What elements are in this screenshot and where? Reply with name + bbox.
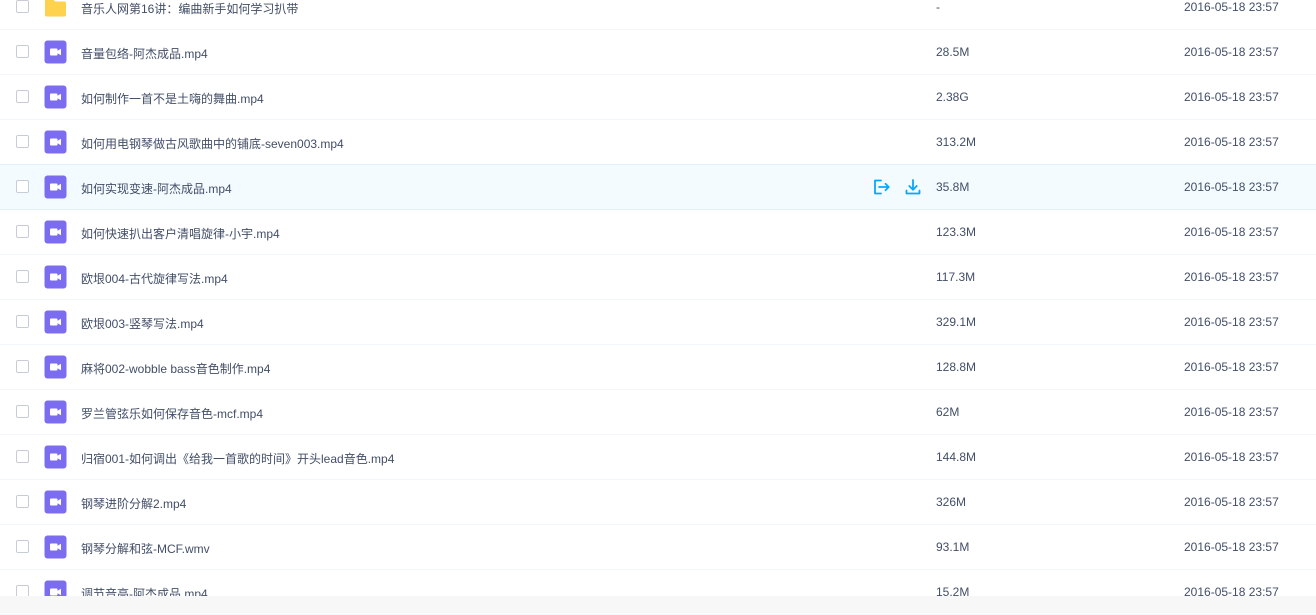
file-modified-time: 2016-05-18 23:57 xyxy=(1184,180,1279,194)
download-icon[interactable] xyxy=(903,177,923,197)
file-row[interactable]: 归宿001-如何调出《给我一首歌的时间》开头lead音色.mp4 144.8M 20… xyxy=(0,435,1316,480)
file-name[interactable]: 欧垠003-竖琴写法.mp4 xyxy=(81,315,204,332)
video-file-icon[interactable] xyxy=(44,310,67,334)
file-row[interactable]: 音乐人网第16讲：编曲新手如何学习扒带 - 2016-05-18 23:57 xyxy=(0,0,1316,30)
file-size: 123.3M xyxy=(936,225,977,239)
row-checkbox[interactable] xyxy=(16,540,29,553)
row-checkbox[interactable] xyxy=(16,360,29,373)
file-size: 128.8M xyxy=(936,360,977,374)
file-modified-time: 2016-05-18 23:57 xyxy=(1184,135,1279,149)
row-checkbox[interactable] xyxy=(16,135,29,148)
file-modified-time: 2016-05-18 23:57 xyxy=(1184,270,1279,284)
file-row[interactable]: 钢琴分解和弦-MCF.wmv 93.1M 2016-05-18 23:57 xyxy=(0,525,1316,570)
file-modified-time: 2016-05-18 23:57 xyxy=(1184,225,1279,239)
row-checkbox[interactable] xyxy=(16,90,29,103)
file-row[interactable]: 麻将002-wobble bass音色制作.mp4 128.8M 2016-05-1… xyxy=(0,345,1316,390)
file-name[interactable]: 如何快速扒出客户清唱旋律-小宇.mp4 xyxy=(81,225,280,242)
row-checkbox[interactable] xyxy=(16,0,29,13)
file-row[interactable]: 如何快速扒出客户清唱旋律-小宇.mp4 123.3M 2016-05-18 23:5… xyxy=(0,210,1316,255)
file-row[interactable]: 音量包络-阿杰成品.mp4 28.5M 2016-05-18 23:57 xyxy=(0,30,1316,75)
file-modified-time: 2016-05-18 23:57 xyxy=(1184,45,1279,59)
file-list: 音乐人网第16讲：编曲新手如何学习扒带 -2016-05-18 23:57 音量包络… xyxy=(0,0,1316,615)
file-row[interactable]: 罗兰管弦乐如何保存音色-mcf.mp4 62M 2016-05-18 23:57 xyxy=(0,390,1316,435)
video-file-icon[interactable] xyxy=(44,445,67,469)
file-size: 35.8M xyxy=(936,180,970,194)
file-size: 313.2M xyxy=(936,135,977,149)
file-name[interactable]: 如何制作一首不是土嗨的舞曲.mp4 xyxy=(81,90,264,107)
row-checkbox[interactable] xyxy=(16,495,29,508)
video-file-icon[interactable] xyxy=(44,535,67,559)
video-file-icon[interactable] xyxy=(44,175,67,199)
file-size: 329.1M xyxy=(936,315,977,329)
file-modified-time: 2016-05-18 23:57 xyxy=(1184,405,1279,419)
file-size: 326M xyxy=(936,495,967,509)
file-modified-time: 2016-05-18 23:57 xyxy=(1184,495,1279,509)
file-size: 28.5M xyxy=(936,45,970,59)
file-size: 62M xyxy=(936,405,960,419)
row-checkbox[interactable] xyxy=(16,225,29,238)
share-icon[interactable] xyxy=(871,177,891,197)
file-name[interactable]: 归宿001-如何调出《给我一首歌的时间》开头lead音色.mp4 xyxy=(81,450,394,467)
video-file-icon[interactable] xyxy=(44,265,67,289)
row-checkbox[interactable] xyxy=(16,315,29,328)
file-name[interactable]: 钢琴进阶分解2.mp4 xyxy=(81,495,186,512)
file-size: 117.3M xyxy=(936,270,976,284)
row-checkbox[interactable] xyxy=(16,270,29,283)
file-modified-time: 2016-05-18 23:57 xyxy=(1184,315,1279,329)
file-modified-time: 2016-05-18 23:57 xyxy=(1184,540,1279,554)
file-size: 93.1M xyxy=(936,540,970,554)
row-checkbox[interactable] xyxy=(16,45,29,58)
file-size: 144.8M xyxy=(936,450,977,464)
file-name[interactable]: 钢琴分解和弦-MCF.wmv xyxy=(81,540,210,557)
file-modified-time: 2016-05-18 23:57 xyxy=(1184,450,1279,464)
file-size: - xyxy=(936,0,940,14)
row-checkbox[interactable] xyxy=(16,450,29,463)
video-file-icon[interactable] xyxy=(44,85,67,109)
file-modified-time: 2016-05-18 23:57 xyxy=(1184,360,1279,374)
file-name[interactable]: 罗兰管弦乐如何保存音色-mcf.mp4 xyxy=(81,405,263,422)
video-file-icon[interactable] xyxy=(44,220,67,244)
file-name[interactable]: 音量包络-阿杰成品.mp4 xyxy=(81,45,208,62)
folder-icon[interactable] xyxy=(44,0,67,19)
file-row[interactable]: 欧垠004-古代旋律写法.mp4 117.3M 2016-05-18 23:57 xyxy=(0,255,1316,300)
file-name[interactable]: 音乐人网第16讲：编曲新手如何学习扒带 xyxy=(81,0,298,17)
file-modified-time: 2016-05-18 23:57 xyxy=(1184,90,1279,104)
file-name[interactable]: 欧垠004-古代旋律写法.mp4 xyxy=(81,270,228,287)
file-row[interactable]: 如何用电钢琴做古风歌曲中的铺底-seven003.mp4 313.2M 2016-0… xyxy=(0,120,1316,165)
bottom-bar xyxy=(0,596,1316,613)
file-name[interactable]: 如何实现变速-阿杰成品.mp4 xyxy=(81,180,232,197)
file-name[interactable]: 麻将002-wobble bass音色制作.mp4 xyxy=(81,360,270,377)
video-file-icon[interactable] xyxy=(44,355,67,379)
row-checkbox[interactable] xyxy=(16,180,29,193)
file-row[interactable]: 如何制作一首不是土嗨的舞曲.mp4 2.38G 2016-05-18 23:57 xyxy=(0,75,1316,120)
video-file-icon[interactable] xyxy=(44,130,67,154)
file-modified-time: 2016-05-18 23:57 xyxy=(1184,0,1279,14)
file-row[interactable]: 钢琴进阶分解2.mp4 326M 2016-05-18 23:57 xyxy=(0,480,1316,525)
video-file-icon[interactable] xyxy=(44,40,67,64)
video-file-icon[interactable] xyxy=(44,490,67,514)
video-file-icon[interactable] xyxy=(44,400,67,424)
file-row[interactable]: 如何实现变速-阿杰成品.mp4 35.8M 2016-05-18 23:57 xyxy=(0,164,1316,210)
file-size: 2.38G xyxy=(936,90,969,104)
file-name[interactable]: 如何用电钢琴做古风歌曲中的铺底-seven003.mp4 xyxy=(81,135,344,152)
file-row[interactable]: 欧垠003-竖琴写法.mp4 329.1M 2016-05-18 23:57 xyxy=(0,300,1316,345)
row-checkbox[interactable] xyxy=(16,405,29,418)
